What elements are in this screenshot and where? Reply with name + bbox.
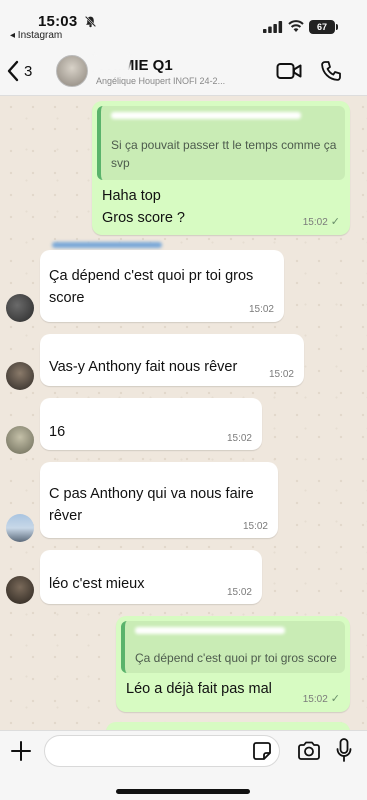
message-text: Léo a déjà fait pas mal — [126, 681, 272, 697]
message-time: 15:02 — [226, 587, 252, 598]
group-avatar[interactable] — [56, 55, 88, 87]
message-incoming[interactable]: léo c'est mieux 15:02 — [40, 550, 262, 604]
message-outgoing[interactable]: Si ça pouvait passer tt le temps comme ç… — [92, 101, 350, 235]
status-bar: 15:03 ◂ Instagram 67 — [0, 0, 367, 44]
cellular-signal-icon — [263, 21, 283, 33]
quoted-text: Si ça pouvait passer tt le temps comme ç… — [111, 138, 337, 170]
message-time: 15:02 — [248, 304, 274, 315]
message-text: 16 — [49, 424, 66, 440]
sender-name-redacted — [52, 242, 162, 248]
chevron-left-icon — [7, 60, 19, 82]
message-text: score — [49, 290, 85, 306]
avatar[interactable] — [6, 514, 34, 542]
redaction-blur — [94, 54, 130, 72]
check-icon: ✓ — [330, 693, 340, 705]
avatar[interactable] — [6, 294, 34, 322]
bell-muted-icon — [84, 15, 97, 28]
message-time: 15:02 — [268, 369, 294, 380]
quoted-text: Ça dépend c'est quoi pr toi gros score — [135, 651, 337, 665]
home-indicator — [116, 789, 250, 794]
avatar[interactable] — [6, 576, 34, 604]
group-members[interactable]: Angélique Houpert INOFI 24-2... — [96, 76, 256, 86]
message-outgoing[interactable]: Ça dépend c'est quoi pr toi gros score L… — [116, 616, 350, 712]
message-time: 15:02 — [242, 521, 268, 532]
composer-bar — [0, 730, 367, 800]
status-time: 15:03 — [38, 13, 78, 30]
message-incoming[interactable]: Ça dépend c'est quoi pr toi gros score 1… — [40, 250, 284, 322]
message-text: Vas-y Anthony fait nous rêver — [49, 359, 238, 375]
battery-indicator: 67 — [309, 20, 338, 34]
plus-icon[interactable] — [10, 740, 32, 762]
chat-messages[interactable]: Si ça pouvait passer tt le temps comme ç… — [0, 96, 367, 730]
avatar[interactable] — [6, 426, 34, 454]
camera-icon[interactable] — [297, 740, 321, 762]
message-incoming[interactable]: 16 15:02 — [40, 398, 262, 450]
wifi-icon — [288, 20, 304, 32]
quoted-sender-redacted — [111, 112, 301, 119]
back-button[interactable]: 3 — [6, 58, 46, 84]
phone-call-icon[interactable] — [320, 60, 342, 82]
message-text: Haha top — [102, 188, 161, 204]
video-call-icon[interactable] — [276, 61, 302, 81]
avatar[interactable] — [6, 362, 34, 390]
message-incoming[interactable]: C pas Anthony qui va nous faire rêver 15… — [40, 462, 278, 538]
message-outgoing-partial[interactable] — [106, 722, 350, 730]
quoted-sender-redacted — [135, 627, 285, 634]
check-icon: ✓ — [330, 216, 340, 228]
message-time: 15:02 ✓ — [302, 693, 340, 705]
message-text: Gros score ? — [102, 210, 185, 226]
back-to-instagram[interactable]: ◂ Instagram — [10, 30, 62, 41]
message-incoming[interactable]: Vas-y Anthony fait nous rêver 15:02 — [40, 334, 304, 386]
quoted-message[interactable]: Si ça pouvait passer tt le temps comme ç… — [97, 106, 345, 180]
microphone-icon[interactable] — [336, 738, 352, 764]
message-time: 15:02 ✓ — [302, 216, 340, 228]
message-time: 15:02 — [226, 433, 252, 444]
unread-count: 3 — [24, 62, 33, 80]
sticker-icon[interactable] — [252, 741, 272, 761]
message-text: léo c'est mieux — [49, 576, 145, 592]
message-text: rêver — [49, 508, 83, 524]
message-input[interactable] — [44, 735, 280, 767]
quoted-message[interactable]: Ça dépend c'est quoi pr toi gros score — [121, 621, 345, 673]
message-text: Ça dépend c'est quoi pr toi gros — [49, 268, 254, 284]
chat-header: 3 CHIMIE Q1 Angélique Houpert INOFI 24-2… — [0, 44, 367, 96]
message-text: C pas Anthony qui va nous faire — [49, 486, 254, 502]
